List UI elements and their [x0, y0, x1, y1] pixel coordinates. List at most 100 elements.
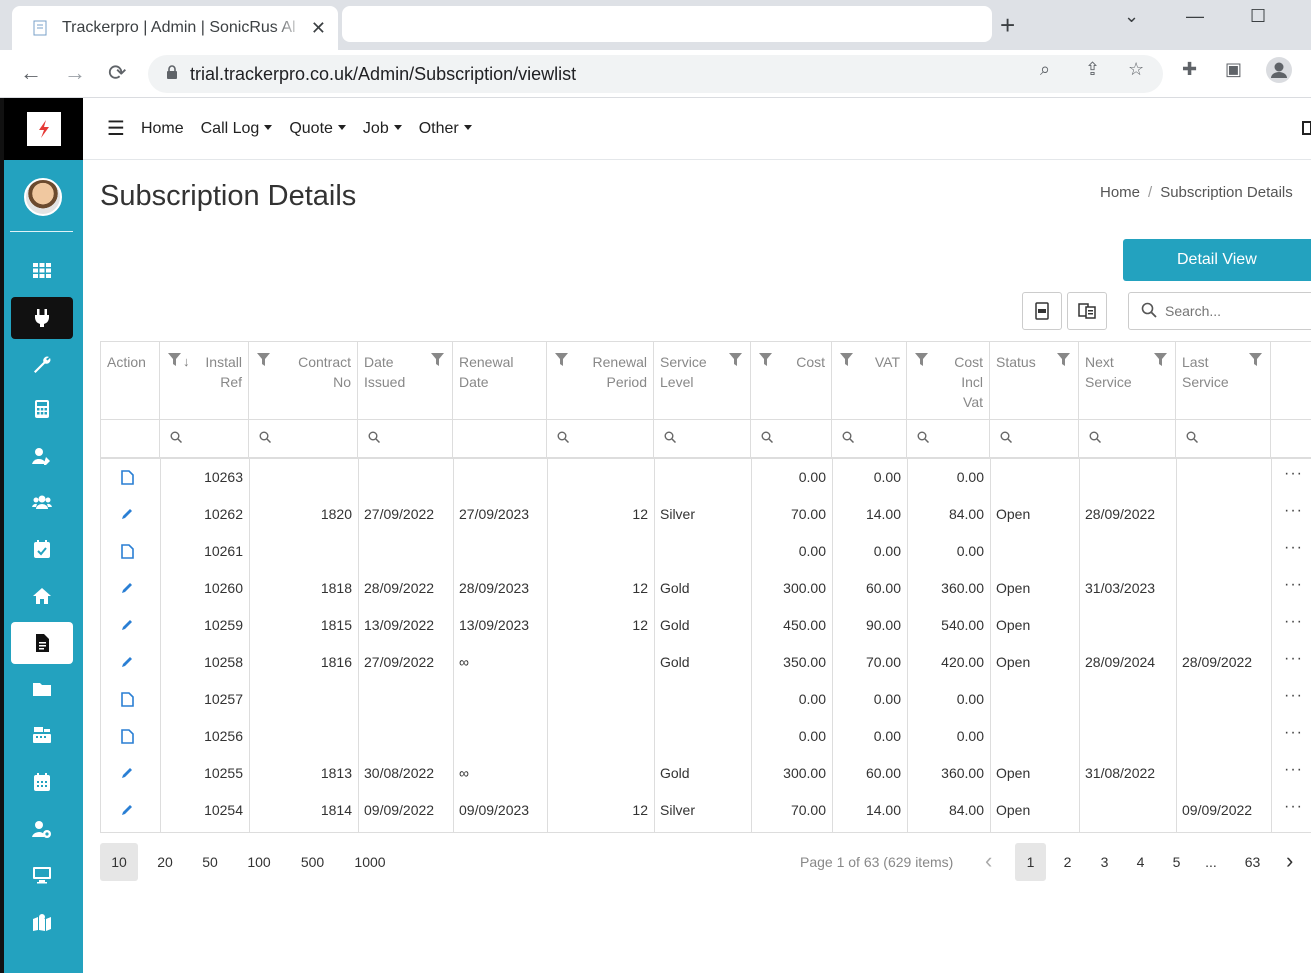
nav-call-log[interactable]: Call Log	[201, 120, 273, 138]
user-avatar[interactable]	[24, 178, 62, 216]
row-more-menu-icon[interactable]: ···	[1284, 459, 1303, 489]
nav-quote[interactable]: Quote	[289, 120, 346, 138]
new-tab-icon[interactable]: +	[1000, 10, 1015, 41]
sidebar-item-home[interactable]	[11, 575, 73, 617]
filter-cell-date-issued[interactable]	[358, 420, 453, 457]
sidebar-item-user-edit[interactable]	[11, 435, 73, 477]
export-csv-button[interactable]	[1022, 292, 1062, 330]
page-size-option[interactable]: 20	[150, 843, 180, 881]
app-logo[interactable]	[4, 98, 83, 160]
filter-funnel-icon[interactable]	[759, 352, 772, 372]
sidebar-item-dashboard[interactable]	[11, 249, 73, 291]
side-panel-icon[interactable]: ▣	[1225, 59, 1242, 80]
row-more-menu-icon[interactable]: ···	[1284, 607, 1303, 637]
sidebar-item-calculator[interactable]	[11, 388, 73, 430]
row-more-menu-icon[interactable]: ···	[1284, 570, 1303, 600]
column-header-install-ref[interactable]: Install Ref ↓	[160, 342, 249, 419]
nav-home[interactable]: Home	[141, 120, 184, 138]
sidebar-item-subscriptions[interactable]	[11, 297, 73, 339]
row-more-menu-icon[interactable]: ···	[1284, 533, 1303, 563]
column-header-cost-incl-vat[interactable]: Cost Incl Vat	[907, 342, 990, 419]
table-row[interactable]: 10260 1818 28/09/2022 28/09/2023 12 Gold 300.0…	[101, 570, 1311, 607]
browser-tab-active[interactable]: Trackerpro | Admin | SonicRus Al ✕	[12, 6, 338, 50]
nav-other[interactable]: Other	[419, 120, 472, 138]
zoom-icon[interactable]: ⌕	[1040, 59, 1050, 80]
sidebar-item-map[interactable]	[11, 901, 73, 943]
filter-cell-service-level[interactable]	[654, 420, 751, 457]
filter-cell-last-service[interactable]	[1176, 420, 1271, 457]
page-number[interactable]: 2	[1052, 843, 1083, 881]
row-more-menu-icon[interactable]: ···	[1284, 496, 1303, 526]
tab-search-chevron-icon[interactable]: ⌄	[1124, 6, 1139, 27]
filter-funnel-icon[interactable]	[840, 352, 853, 372]
filter-funnel-icon[interactable]	[1154, 352, 1167, 372]
filter-cell-next-service[interactable]	[1079, 420, 1176, 457]
column-header-last-service[interactable]: Last Service	[1176, 342, 1271, 419]
filter-cell-status[interactable]	[990, 420, 1079, 457]
search-input[interactable]	[1165, 303, 1305, 319]
page-size-option[interactable]: 50	[195, 843, 225, 881]
view-document-icon[interactable]	[119, 691, 135, 707]
page-number[interactable]: 3	[1089, 843, 1120, 881]
filter-funnel-icon[interactable]	[431, 352, 444, 372]
sort-desc-icon[interactable]: ↓	[183, 354, 190, 369]
edit-pencil-icon[interactable]	[119, 506, 135, 522]
minimize-icon[interactable]: —	[1186, 6, 1204, 27]
sidebar-item-users[interactable]	[11, 481, 73, 523]
prev-page-chevron-icon[interactable]: ‹	[985, 843, 992, 879]
profile-icon[interactable]	[1266, 57, 1292, 88]
page-number[interactable]: 5	[1161, 843, 1192, 881]
sidebar-item-folders[interactable]	[11, 668, 73, 710]
browser-tab-inactive[interactable]	[342, 6, 992, 42]
filter-funnel-icon[interactable]	[729, 352, 742, 372]
page-number[interactable]: 63	[1237, 843, 1268, 881]
table-row[interactable]: 10258 1816 27/09/2022 ∞ Gold 350.00 70.00 420.0…	[101, 644, 1311, 681]
filter-funnel-icon[interactable]	[257, 352, 270, 372]
page-number[interactable]: 4	[1125, 843, 1156, 881]
detail-view-button[interactable]: Detail View	[1123, 239, 1311, 281]
table-row[interactable]: 10256 0.00 0.00 0.00 ···	[101, 718, 1311, 755]
edit-pencil-icon[interactable]	[119, 580, 135, 596]
column-header-vat[interactable]: VAT	[832, 342, 907, 419]
sidebar-item-service[interactable]	[11, 343, 73, 385]
edit-pencil-icon[interactable]	[119, 617, 135, 633]
view-document-icon[interactable]	[119, 543, 135, 559]
table-row[interactable]: 10262 1820 27/09/2022 27/09/2023 12 Silver 70.…	[101, 496, 1311, 533]
filter-funnel-icon[interactable]	[1057, 352, 1070, 372]
page-size-option[interactable]: 100	[240, 843, 278, 881]
sidebar-item-sales[interactable]	[11, 714, 73, 756]
column-chooser-button[interactable]	[1067, 292, 1107, 330]
column-header-renewal-date[interactable]: Renewal Date	[453, 342, 547, 419]
page-size-option[interactable]: 10	[100, 843, 138, 881]
view-document-icon[interactable]	[119, 469, 135, 485]
sidebar-item-user-settings[interactable]	[11, 808, 73, 850]
column-header-renewal-period[interactable]: Renewal Period	[547, 342, 654, 419]
filter-cell-cost-incl-vat[interactable]	[907, 420, 990, 457]
page-size-option[interactable]: 500	[290, 843, 335, 881]
bookmark-star-icon[interactable]: ☆	[1128, 59, 1144, 80]
next-page-chevron-icon[interactable]: ›	[1286, 843, 1293, 879]
url-field[interactable]: trial.trackerpro.co.uk/Admin/Subscriptio…	[148, 55, 1163, 93]
filter-cell-renewal-period[interactable]	[547, 420, 654, 457]
table-row[interactable]: 10254 1814 09/09/2022 09/09/2023 12 Silver 70.…	[101, 792, 1311, 829]
grid-search[interactable]	[1128, 292, 1311, 330]
edit-pencil-icon[interactable]	[119, 802, 135, 818]
column-header-status[interactable]: Status	[990, 342, 1079, 419]
view-document-icon[interactable]	[119, 728, 135, 744]
sidebar-item-calendar-check[interactable]	[11, 528, 73, 570]
edit-pencil-icon[interactable]	[119, 765, 135, 781]
filter-cell-vat[interactable]	[832, 420, 907, 457]
logout-icon[interactable]	[1301, 120, 1311, 141]
close-tab-icon[interactable]: ✕	[311, 18, 326, 39]
sidebar-item-calendar[interactable]	[11, 761, 73, 803]
sidebar-item-documents[interactable]	[11, 622, 73, 664]
table-row[interactable]: 10261 0.00 0.00 0.00 ···	[101, 533, 1311, 570]
hamburger-menu-icon[interactable]: ☰	[107, 116, 125, 141]
column-header-service-level[interactable]: Service Level	[654, 342, 751, 419]
column-header-cost[interactable]: Cost	[751, 342, 832, 419]
table-row[interactable]: 10259 1815 13/09/2022 13/09/2023 12 Gold 450.0…	[101, 607, 1311, 644]
reload-icon[interactable]: ⟳	[108, 60, 126, 86]
filter-cell-renewal-date[interactable]	[453, 420, 547, 457]
sidebar-item-desktop[interactable]	[11, 854, 73, 896]
table-row[interactable]: 10263 0.00 0.00 0.00 ···	[101, 459, 1311, 496]
